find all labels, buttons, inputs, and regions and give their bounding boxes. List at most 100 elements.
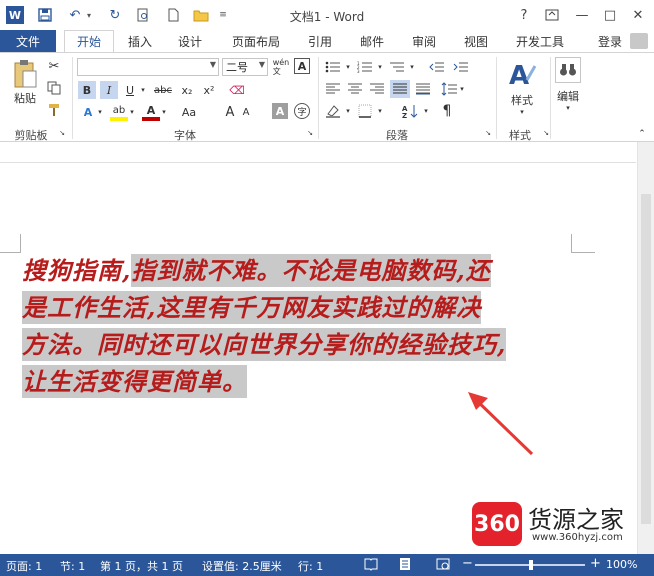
status-page[interactable]: 页面: 1 (6, 558, 42, 574)
line-spacing-icon[interactable] (440, 81, 458, 97)
paste-button[interactable]: 粘贴 (10, 91, 40, 105)
tab-review[interactable]: 审阅 (404, 30, 444, 52)
user-avatar-icon[interactable] (630, 33, 648, 49)
borders-icon[interactable] (356, 103, 374, 119)
zoom-out-button[interactable]: − (462, 556, 473, 571)
highlight-icon[interactable]: ab (110, 103, 128, 121)
tab-design[interactable]: 设计 (170, 30, 210, 52)
zoom-in-button[interactable]: + (590, 556, 601, 571)
minimize-button[interactable]: — (570, 6, 594, 24)
enclose-characters-button[interactable]: 字 (294, 103, 310, 119)
format-painter-icon[interactable] (46, 102, 62, 118)
underline-button[interactable]: U (122, 81, 138, 99)
document-canvas[interactable]: 搜狗指南,指到就不难。不论是电脑数码,还 是工作生活,这里有千万网友实践过的解决… (0, 142, 654, 554)
show-marks-icon[interactable]: ¶ (438, 103, 456, 119)
numbering-dropdown-icon[interactable]: ▾ (376, 59, 384, 75)
zoom-slider-thumb[interactable] (529, 560, 533, 570)
tab-references[interactable]: 引用 (300, 30, 340, 52)
font-size-combo[interactable]: 二号 ▼ (222, 58, 268, 76)
paste-icon[interactable] (10, 59, 40, 89)
margin-corner-mark (571, 234, 572, 252)
restore-button[interactable]: □ (598, 6, 622, 24)
tab-developer[interactable]: 开发工具 (508, 30, 572, 52)
shading-dropdown-icon[interactable]: ▾ (344, 103, 352, 119)
cut-icon[interactable]: ✂ (46, 58, 62, 74)
align-right-icon[interactable] (368, 81, 386, 97)
zoom-level[interactable]: 100% (606, 558, 637, 571)
highlight-dropdown-icon[interactable]: ▾ (128, 103, 136, 121)
tab-view[interactable]: 视图 (456, 30, 496, 52)
phonetic-guide-button[interactable]: wén 文 (272, 57, 290, 77)
grow-font-button[interactable]: A (224, 103, 236, 121)
close-button[interactable]: ✕ (626, 6, 650, 24)
underline-dropdown-icon[interactable]: ▾ (138, 81, 148, 99)
change-case-button[interactable]: Aa (176, 103, 202, 121)
svg-text:Z: Z (402, 112, 407, 118)
tab-file[interactable]: 文件 (0, 30, 56, 52)
margin-corner-mark (20, 234, 21, 252)
italic-button[interactable]: I (100, 81, 118, 99)
distributed-icon[interactable] (414, 81, 432, 97)
paragraph-launcher-icon[interactable]: ↘ (484, 129, 492, 137)
sign-in-link[interactable]: 登录 (592, 30, 628, 52)
styles-dropdown-icon[interactable]: ▾ (518, 107, 526, 117)
copy-icon[interactable] (46, 80, 62, 96)
bullets-icon[interactable] (324, 59, 342, 75)
tab-insert[interactable]: 插入 (120, 30, 160, 52)
clear-formatting-icon[interactable]: ⌫ (228, 81, 246, 99)
editing-dropdown-icon[interactable]: ▾ (564, 103, 572, 113)
shrink-font-button[interactable]: A (240, 103, 252, 121)
collapse-ribbon-icon[interactable]: ⌃ (636, 129, 648, 139)
clipboard-launcher-icon[interactable]: ↘ (58, 129, 66, 137)
decrease-indent-icon[interactable] (428, 59, 446, 75)
sort-dropdown-icon[interactable]: ▾ (422, 103, 430, 119)
font-color-icon[interactable]: A (142, 103, 160, 121)
print-layout-icon[interactable] (398, 557, 412, 574)
bullets-dropdown-icon[interactable]: ▾ (344, 59, 352, 75)
scrollbar-thumb[interactable] (641, 194, 651, 524)
editing-button[interactable]: 编辑 (553, 89, 583, 103)
text-effects-icon[interactable]: A (80, 103, 96, 121)
tab-home[interactable]: 开始 (64, 30, 114, 52)
numbering-icon[interactable]: 123 (356, 59, 374, 75)
align-left-icon[interactable] (324, 81, 342, 97)
align-center-icon[interactable] (346, 81, 364, 97)
multilevel-dropdown-icon[interactable]: ▾ (408, 59, 416, 75)
text-selected: 指到就不难。不论是电脑数码,还 (131, 254, 491, 287)
subscript-button[interactable]: x₂ (178, 81, 196, 99)
vertical-scrollbar[interactable] (637, 142, 654, 554)
text-effects-dropdown-icon[interactable]: ▾ (96, 103, 104, 121)
font-name-combo[interactable]: ▼ (77, 58, 219, 76)
character-border-button[interactable]: A (294, 58, 310, 74)
line-spacing-dropdown-icon[interactable]: ▾ (458, 81, 466, 97)
group-divider (496, 57, 497, 139)
styles-launcher-icon[interactable]: ↘ (542, 129, 550, 137)
font-color-dropdown-icon[interactable]: ▾ (160, 103, 168, 121)
superscript-button[interactable]: x² (200, 81, 218, 99)
increase-indent-icon[interactable] (452, 59, 470, 75)
status-page-count[interactable]: 第 1 页，共 1 页 (100, 558, 183, 574)
status-row[interactable]: 行: 1 (298, 558, 323, 574)
styles-button[interactable]: 样式 (506, 93, 538, 107)
strikethrough-button[interactable]: abc (152, 81, 174, 99)
font-launcher-icon[interactable]: ↘ (306, 129, 314, 137)
ribbon-display-options-icon[interactable] (540, 6, 564, 24)
justify-icon[interactable] (390, 80, 410, 98)
sort-icon[interactable]: AZ (400, 103, 422, 119)
text-selected: 让生活变得更简单。 (22, 365, 247, 398)
status-section[interactable]: 节: 1 (60, 558, 85, 574)
bold-button[interactable]: B (78, 81, 96, 99)
styles-icon[interactable]: A (506, 59, 538, 91)
document-body[interactable]: 搜狗指南,指到就不难。不论是电脑数码,还 是工作生活,这里有千万网友实践过的解决… (22, 252, 582, 400)
tab-mailings[interactable]: 邮件 (352, 30, 392, 52)
borders-dropdown-icon[interactable]: ▾ (376, 103, 384, 119)
shading-icon[interactable] (324, 103, 342, 119)
web-layout-icon[interactable] (436, 557, 450, 574)
binoculars-icon[interactable] (555, 57, 581, 83)
character-shading-button[interactable]: A (272, 103, 288, 119)
multilevel-list-icon[interactable] (388, 59, 406, 75)
read-mode-icon[interactable] (364, 557, 378, 574)
help-button[interactable]: ? (512, 6, 536, 24)
status-setting[interactable]: 设置值: 2.5厘米 (202, 558, 282, 574)
tab-page-layout[interactable]: 页面布局 (224, 30, 288, 52)
